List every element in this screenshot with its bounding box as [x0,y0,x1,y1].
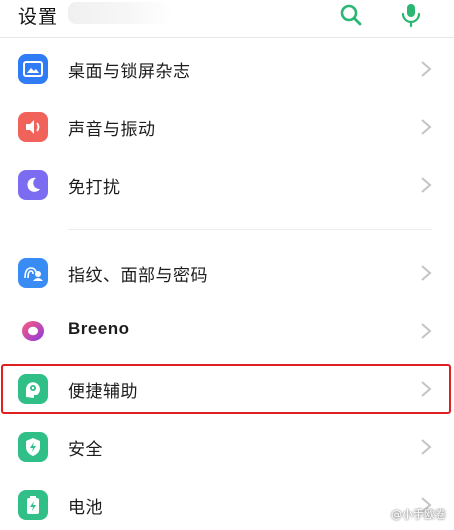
settings-item-label: 桌面与锁屏杂志 [68,62,191,82]
settings-item-do-not-disturb[interactable]: 免打扰 [0,157,454,213]
settings-item-wallpaper[interactable]: 桌面与锁屏杂志 [0,41,454,97]
settings-item-label: 安全 [68,440,103,460]
settings-item-label: 声音与振动 [68,120,156,140]
chevron-right-icon [421,265,432,281]
battery-icon [18,490,48,520]
section-divider [68,229,432,230]
page-title: 设置 [18,6,59,28]
header-divider [0,37,454,38]
chevron-right-icon [421,61,432,77]
fingerprint-face-icon [18,258,48,288]
settings-item-label: 电池 [68,498,103,518]
speaker-icon [18,112,48,142]
top-bar: 设置 [0,0,454,36]
chevron-right-icon [421,323,432,339]
chevron-right-icon [421,439,432,455]
settings-item-security[interactable]: 安全 [0,419,454,475]
settings-item-fingerprint-face-password[interactable]: 指纹、面部与密码 [0,245,454,301]
settings-item-label: 指纹、面部与密码 [68,266,208,286]
search-icon[interactable] [338,2,364,28]
highlight-box [1,364,451,414]
shield-icon [18,432,48,462]
moon-icon [18,170,48,200]
wallpaper-icon [18,54,48,84]
chevron-right-icon [421,177,432,193]
settings-item-breeno[interactable]: Breeno [0,303,454,359]
breeno-icon [18,316,48,346]
chevron-right-icon [421,119,432,135]
settings-item-sound[interactable]: 声音与振动 [0,99,454,155]
microphone-icon[interactable] [398,2,424,28]
settings-item-label: Breeno [68,319,130,338]
settings-item-battery[interactable]: 电池 [0,477,454,530]
watermark-text: @小手欧卷 [391,508,446,521]
settings-item-label: 免打扰 [68,178,121,198]
blurred-search-box[interactable] [68,2,172,24]
